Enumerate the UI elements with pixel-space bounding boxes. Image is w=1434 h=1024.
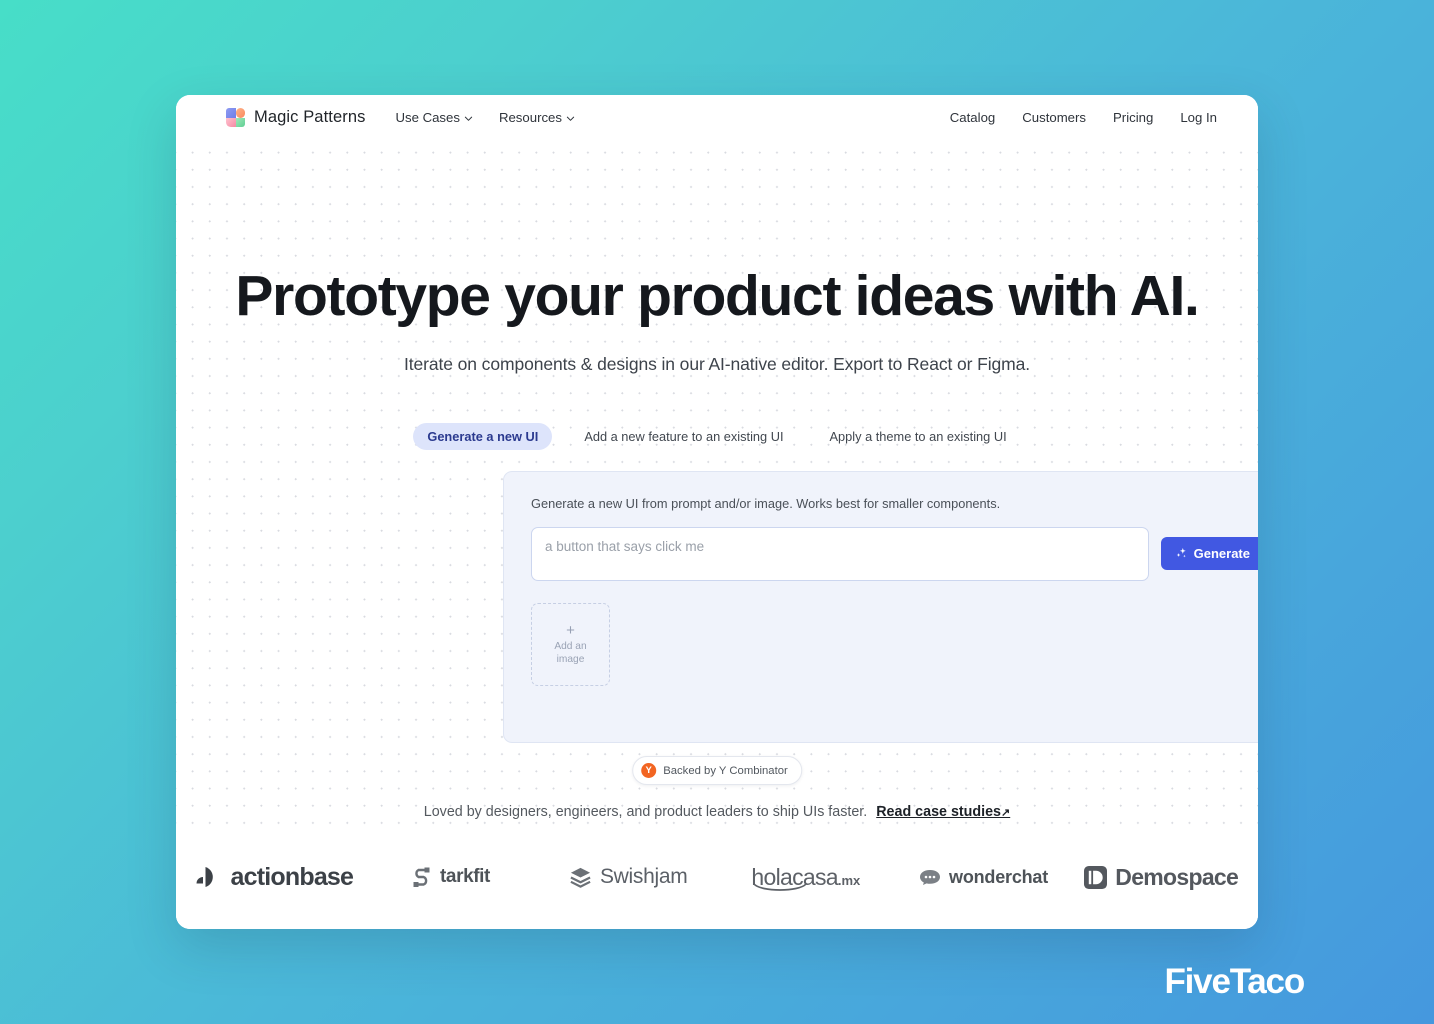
y-combinator-icon: Y — [641, 763, 657, 778]
brand-logo-link[interactable]: Magic Patterns — [226, 108, 365, 127]
logo-swishjam: Swishjam — [539, 865, 717, 889]
add-image-label: Add an image — [554, 640, 587, 665]
swishjam-label: Swishjam — [599, 865, 688, 888]
demospace-d-icon — [1084, 865, 1108, 889]
actionbase-label: actionbase — [230, 862, 354, 891]
mode-tabs: Generate a new UI Add a new feature to a… — [176, 422, 1258, 450]
actionbase-mark-icon — [193, 864, 223, 890]
prompt-row: a button that says click me Generate — [531, 527, 1258, 581]
tab-generate-new-ui[interactable]: Generate a new UI — [413, 422, 553, 450]
holacasa-suffix: .mx — [837, 872, 861, 888]
page-title: Prototype your product ideas with AI. — [235, 264, 1200, 328]
prompt-input[interactable]: a button that says click me — [531, 527, 1149, 581]
external-link-arrow-icon: ↗ — [1001, 807, 1011, 819]
nav-item-catalog[interactable]: Catalog — [950, 110, 995, 125]
nav-item-pricing[interactable]: Pricing — [1113, 110, 1153, 125]
yc-badge[interactable]: Y Backed by Y Combinator — [632, 756, 802, 785]
fivetaco-watermark: FiveTaco — [1164, 962, 1305, 1001]
swishjam-layers-icon — [569, 866, 592, 889]
generate-panel: Generate a new UI from prompt and/or ima… — [503, 471, 1258, 743]
tab-add-feature[interactable]: Add a new feature to an existing UI — [570, 423, 797, 450]
read-case-studies-label: Read case studies — [876, 804, 1001, 820]
wonderchat-bubble-icon — [919, 869, 941, 886]
nav-item-customers[interactable]: Customers — [1022, 110, 1086, 125]
nav-item-use-cases-label: Use Cases — [395, 110, 460, 125]
holacasa-label: holacasa.mx — [751, 864, 860, 891]
generate-button[interactable]: Generate — [1160, 537, 1258, 570]
nav-item-resources[interactable]: Resources — [499, 110, 575, 125]
read-case-studies-link[interactable]: Read case studies↗ — [876, 804, 1010, 820]
holacasa-smile-icon — [753, 882, 808, 893]
logo-actionbase: actionbase — [184, 863, 362, 892]
add-image-dropzone[interactable]: + Add an image — [531, 603, 610, 686]
starkfit-label: tarkfit — [440, 866, 490, 887]
generate-button-label: Generate — [1193, 546, 1250, 561]
nav-item-use-cases[interactable]: Use Cases — [395, 110, 473, 125]
social-proof-text: Loved by designers, engineers, and produ… — [423, 804, 868, 820]
app-window: Magic Patterns Use Cases Resources Catal… — [176, 95, 1258, 929]
logo-demospace: Demospace — [1072, 864, 1250, 891]
logo-wonderchat: wonderchat — [895, 867, 1073, 888]
hero-subtitle: Iterate on components & designs in our A… — [403, 353, 1031, 374]
top-navigation-bar: Magic Patterns Use Cases Resources Catal… — [176, 95, 1258, 140]
starkfit-s-icon — [411, 866, 432, 889]
panel-description: Generate a new UI from prompt and/or ima… — [531, 496, 1001, 511]
chevron-down-icon — [464, 114, 473, 123]
tab-apply-theme[interactable]: Apply a theme to an existing UI — [816, 423, 1021, 450]
social-proof-line: Loved by designers, engineers, and produ… — [176, 804, 1258, 820]
magic-patterns-logo-icon — [226, 108, 245, 127]
yc-badge-label: Backed by Y Combinator — [663, 764, 788, 777]
wonderchat-label: wonderchat — [949, 866, 1049, 887]
brand-name: Magic Patterns — [254, 108, 366, 126]
nav-item-resources-label: Resources — [498, 110, 562, 125]
hero-section: Prototype your product ideas with AI. It… — [176, 140, 1258, 450]
sparkle-icon — [1175, 547, 1188, 560]
nav-right-group: Catalog Customers Pricing Log In — [950, 110, 1217, 125]
nav-item-log-in[interactable]: Log In — [1180, 110, 1217, 125]
demospace-label: Demospace — [1115, 863, 1239, 890]
logo-holacasa: holacasa.mx — [717, 864, 895, 891]
plus-icon: + — [566, 621, 575, 639]
chevron-down-icon — [566, 114, 575, 123]
logo-starkfit: tarkfit — [362, 866, 540, 889]
customer-logo-strip: actionbase tarkfit Swishjam holacasa.mx … — [176, 833, 1258, 929]
